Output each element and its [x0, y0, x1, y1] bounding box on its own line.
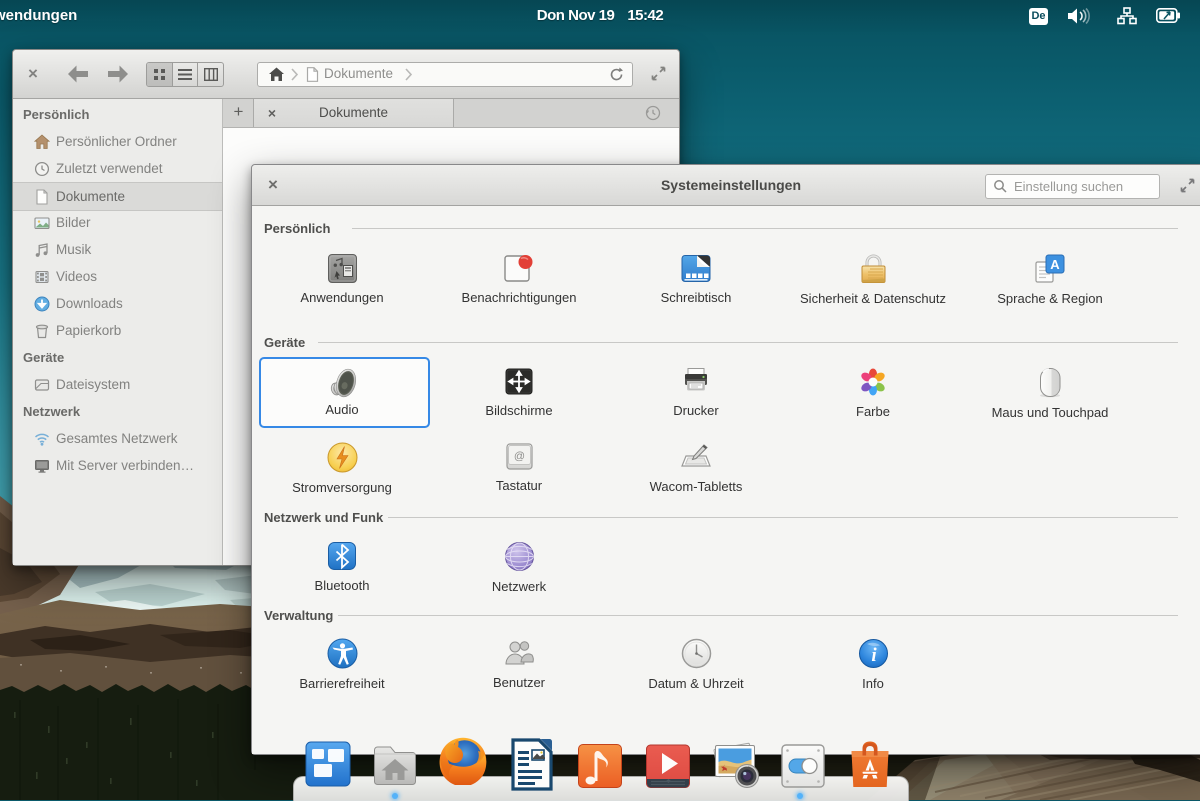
svg-text:i: i: [871, 645, 877, 666]
svg-text:A: A: [1050, 257, 1060, 272]
svg-text:@: @: [513, 451, 524, 463]
